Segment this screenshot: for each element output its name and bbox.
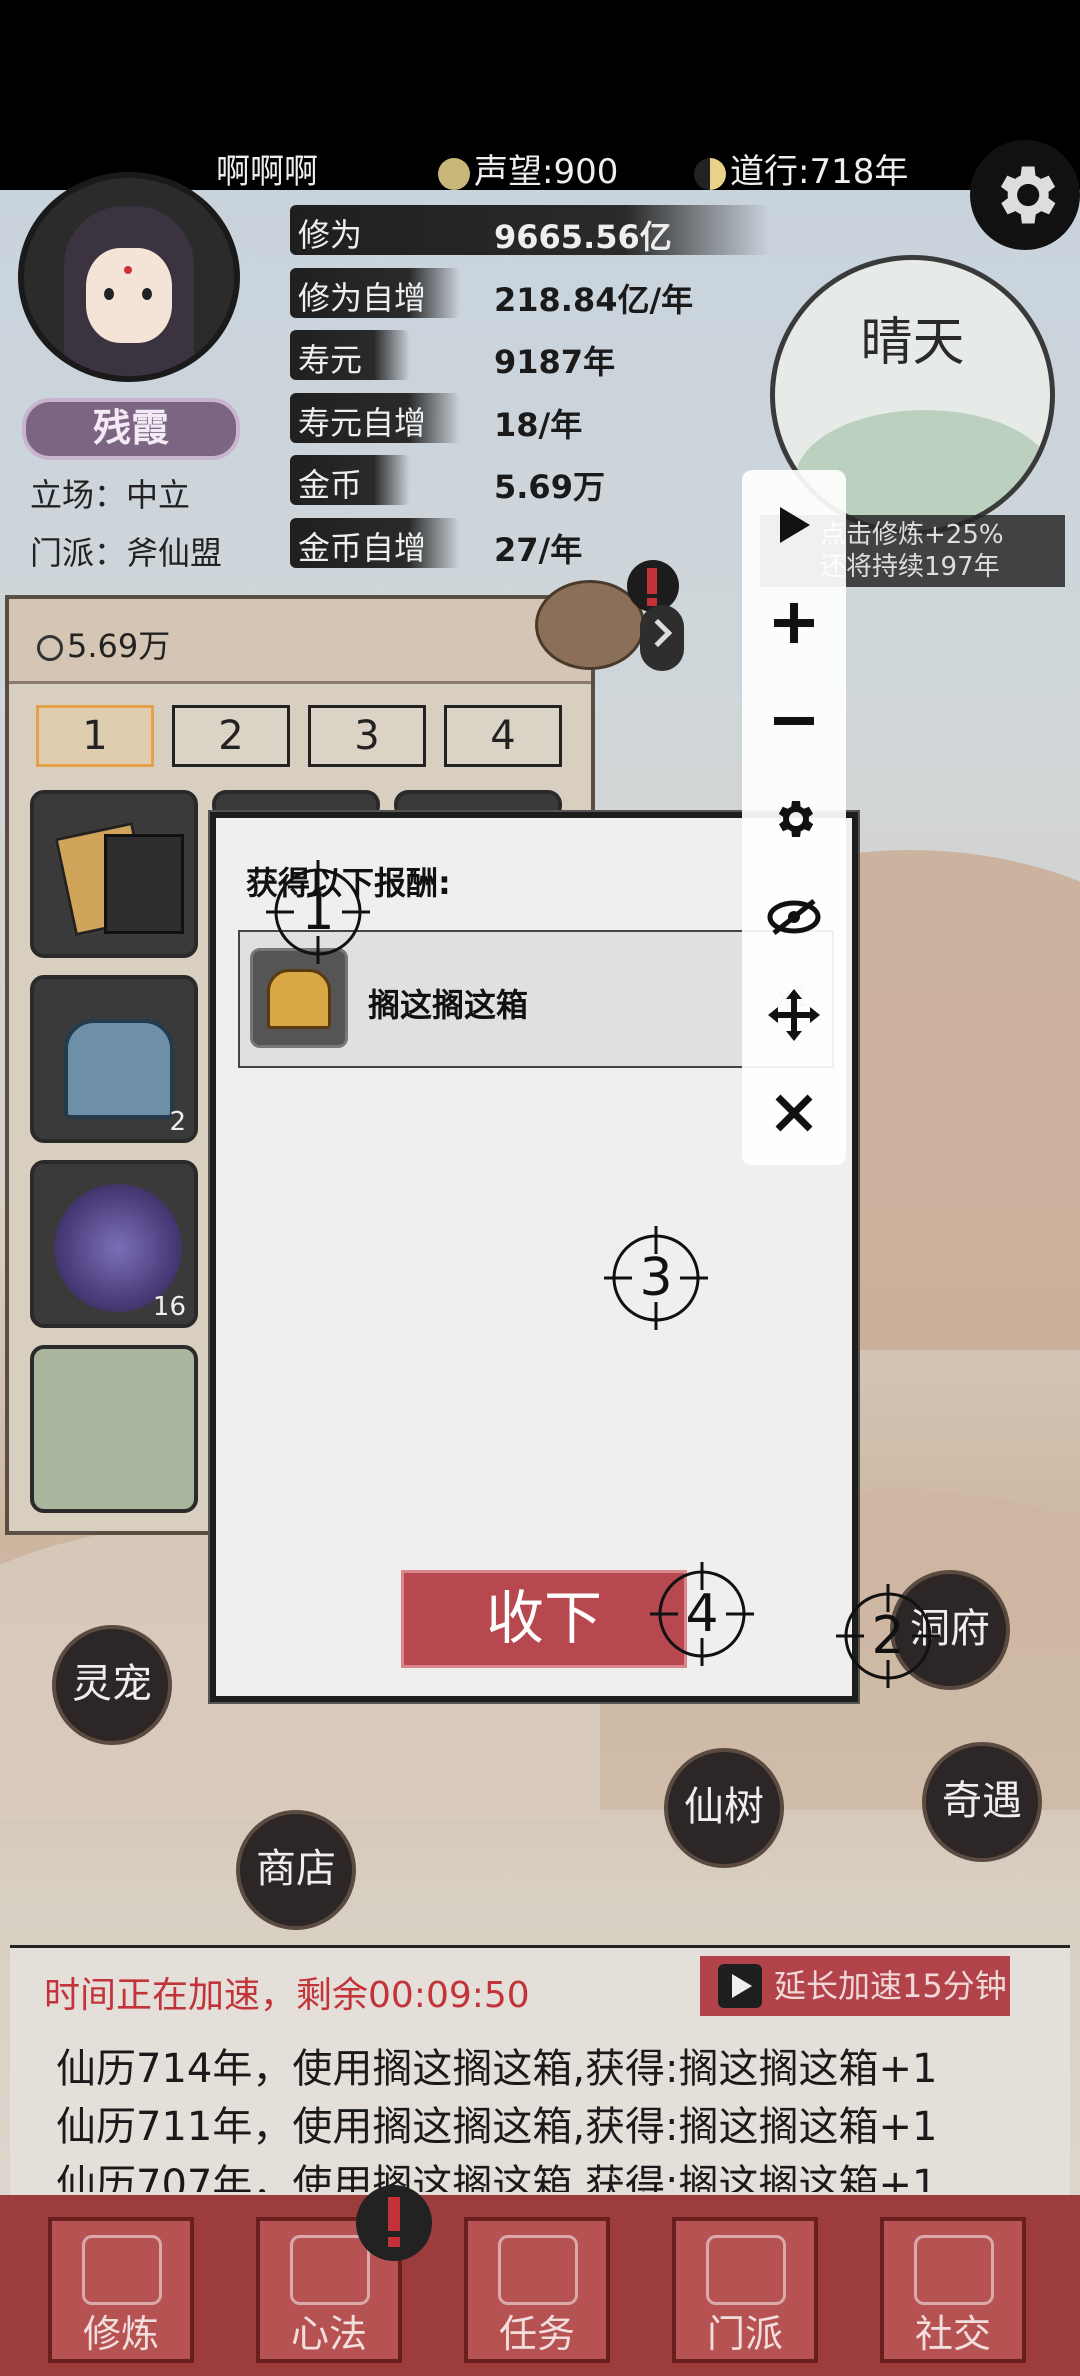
settings-gear-icon[interactable] <box>970 140 1080 250</box>
alert-icon <box>627 560 679 612</box>
floating-toolbar <box>742 470 846 1165</box>
log-entry: 仙历714年，使用搁这搁这箱,获得:搁这搁这箱+1 <box>56 2046 938 2092</box>
minus-icon[interactable] <box>742 676 846 766</box>
pet-button[interactable]: 灵宠 <box>52 1625 172 1745</box>
nav-sect[interactable]: 门派 <box>672 2217 818 2363</box>
tree-button[interactable]: 仙树 <box>664 1748 784 1868</box>
acceleration-status: 时间正在加速，剩余00:09:50 <box>44 1975 530 2016</box>
play-video-icon <box>718 1964 762 2008</box>
tab-2[interactable]: 2 <box>172 705 290 767</box>
chevron-right-icon[interactable] <box>640 605 684 671</box>
reputation-display: 声望:900 <box>438 144 618 193</box>
tab-3[interactable]: 3 <box>308 705 426 767</box>
stat-value-cultivation-rate: 218.84亿/年 <box>494 281 694 319</box>
chest-count: 2 <box>169 1107 186 1137</box>
chest-icon <box>64 1019 174 1119</box>
extend-acceleration-button[interactable]: 延长加速15分钟 <box>700 1956 1010 2016</box>
game-screen: { "topbar": {"player_name":"啊啊啊","reputa… <box>0 0 1080 2376</box>
cultivate-icon <box>82 2235 162 2305</box>
event-log-panel: 时间正在加速，剩余00:09:50 延长加速15分钟 仙历714年，使用搁这搁这… <box>10 1945 1070 2195</box>
tab-1[interactable]: 1 <box>36 705 154 767</box>
crosshair-marker-4: 4 <box>650 1562 754 1666</box>
social-icon <box>914 2235 994 2305</box>
inventory-slot-chest[interactable]: 2 <box>30 975 198 1143</box>
stat-label-cultivation-rate: 修为自增 <box>298 279 427 317</box>
move-icon[interactable] <box>742 970 846 1060</box>
stat-label-gold-rate: 金币自增 <box>298 529 427 567</box>
player-stance: 立场：中立 <box>30 476 191 514</box>
gold-coin-icon <box>37 635 63 661</box>
nav-tasks[interactable]: 任务 <box>464 2217 610 2363</box>
stat-label-cultivation: 修为 <box>298 216 363 254</box>
stat-value-gold: 5.69万 <box>494 468 605 506</box>
player-title-badge[interactable]: 残霞 <box>22 398 240 460</box>
accept-button[interactable]: 收下 <box>401 1570 687 1668</box>
inventory-slot-book[interactable] <box>30 790 198 958</box>
play-icon[interactable] <box>742 480 846 570</box>
nav-alert-icon <box>356 2185 432 2261</box>
shop-button[interactable]: 商店 <box>236 1810 356 1930</box>
crosshair-marker-2: 2 <box>836 1584 940 1688</box>
reputation-coin-icon <box>438 157 470 190</box>
sect-icon <box>706 2235 786 2305</box>
nav-cultivate[interactable]: 修炼 <box>48 2217 194 2363</box>
log-entry: 仙历711年，使用搁这搁这箱,获得:搁这搁这箱+1 <box>56 2104 938 2150</box>
stat-value-lifespan-rate: 18/年 <box>494 406 583 444</box>
methods-icon <box>290 2235 370 2305</box>
adventure-button[interactable]: 奇遇 <box>922 1742 1042 1862</box>
tasks-icon <box>498 2235 578 2305</box>
inventory-slot-portal[interactable]: 16 <box>30 1160 198 1328</box>
stat-label-lifespan: 寿元 <box>298 341 363 379</box>
dao-display: 道行:718年 <box>694 144 908 193</box>
player-name: 啊啊啊 <box>216 152 318 192</box>
inventory-header: 5.69万 <box>9 599 591 684</box>
crosshair-marker-3: 3 <box>604 1226 708 1330</box>
close-icon[interactable] <box>742 1068 846 1158</box>
stat-value-cultivation: 9665.56亿 <box>494 218 672 256</box>
tab-4[interactable]: 4 <box>444 705 562 767</box>
inventory-slot-empty[interactable] <box>30 1345 198 1513</box>
plus-icon[interactable] <box>742 578 846 668</box>
player-sect: 门派：斧仙盟 <box>30 534 223 572</box>
inventory-gold: 5.69万 <box>37 621 170 667</box>
stat-value-lifespan: 9187年 <box>494 343 616 381</box>
stat-label-gold: 金币 <box>298 466 363 504</box>
player-avatar[interactable] <box>18 172 240 382</box>
yin-yang-icon <box>694 157 726 190</box>
crosshair-marker-1: 1 <box>266 860 370 964</box>
reward-name: 搁这搁这箱 <box>368 986 529 1024</box>
log-entry: 仙历707年，使用搁这搁这箱,获得:搁这搁这箱+1 <box>56 2162 938 2192</box>
nav-social[interactable]: 社交 <box>880 2217 1026 2363</box>
bottom-navigation: 修炼 心法 任务 门派 社交 <box>0 2195 1080 2376</box>
eye-off-icon[interactable] <box>742 872 846 962</box>
stat-label-lifespan-rate: 寿元自增 <box>298 404 427 442</box>
weather-title: 晴天 <box>860 313 965 373</box>
gear-icon[interactable] <box>742 774 846 864</box>
portal-count: 16 <box>152 1292 186 1322</box>
